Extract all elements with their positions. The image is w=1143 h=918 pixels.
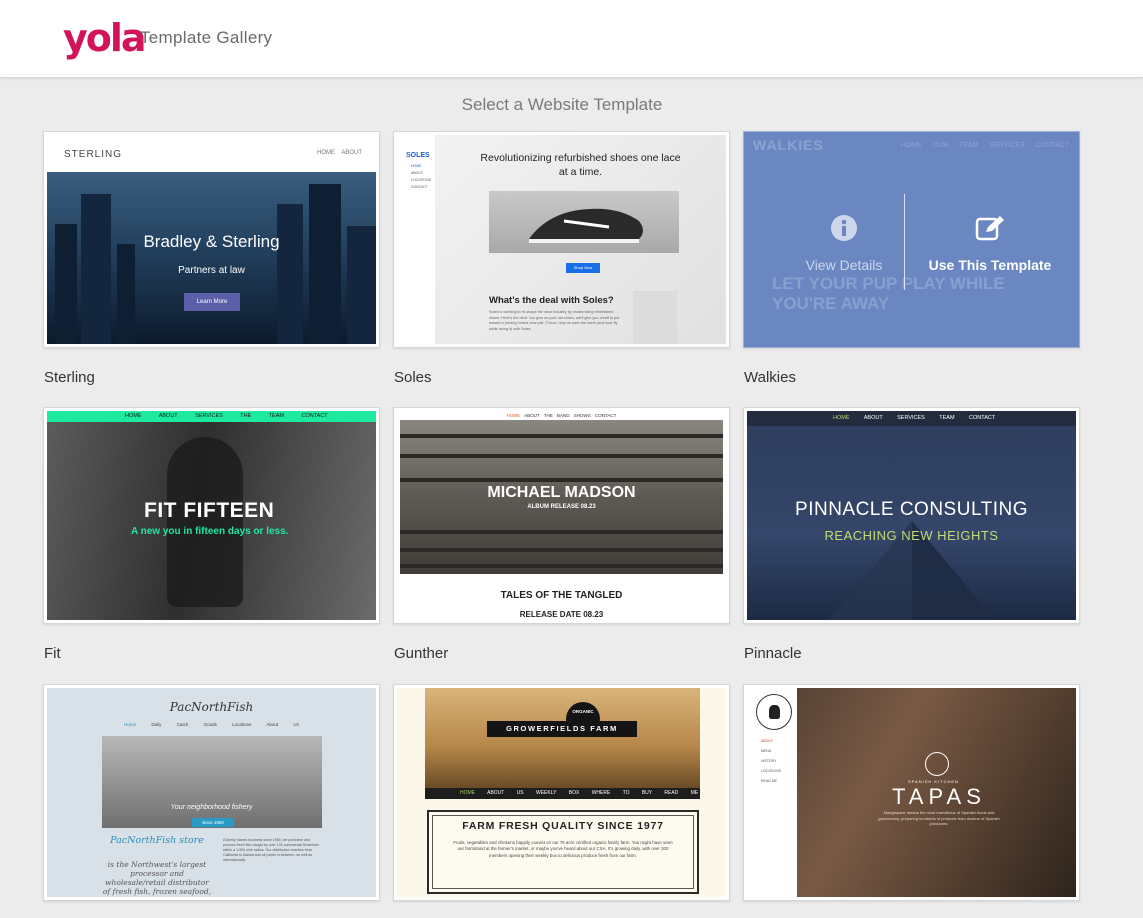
gallery-heading: Select a Website Template: [461, 95, 663, 114]
preview-hero-image: Bradley & Sterling Partners at law Learn…: [47, 172, 376, 344]
template-label-walkies[interactable]: Walkies: [744, 369, 796, 386]
template-card-tapas[interactable]: ABOUT MENU HISTORY LOCATIONS READ ME SPA…: [743, 684, 1080, 901]
yola-logo[interactable]: yola: [63, 16, 147, 60]
template-card-fit[interactable]: HOME ABOUT SERVICES THE TEAM CONTACT FIT…: [43, 407, 380, 624]
edit-icon: [910, 214, 1070, 247]
template-card-gunther[interactable]: HOME ABOUT THE BAND SHOWS CONTACT MICHAE…: [393, 407, 730, 624]
shoe-thumb-image: [633, 291, 677, 344]
preview-subtitle: Partners at law: [178, 265, 245, 276]
preview-body: Fruits, vegetables and chickens happily …: [453, 840, 673, 858]
preview-info-box: FARM FRESH QUALITY SINCE 1977 Fruits, ve…: [427, 810, 699, 894]
template-preview-walkies: WALKIES HOME OUR TEAM SERVICES CONTACT L…: [744, 132, 1079, 347]
template-card-walkies[interactable]: WALKIES HOME OUR TEAM SERVICES CONTACT L…: [743, 131, 1080, 348]
preview-title: FIT FIFTEEN: [144, 499, 275, 522]
use-template-label: Use This Template: [928, 257, 1052, 273]
preview-title: Bradley & Sterling: [143, 232, 280, 251]
preview-desc: is the Northwest's largest processor and…: [102, 860, 212, 897]
template-card-pacnorthfish[interactable]: PacNorthFish Home Daily Catch Goods Loca…: [43, 684, 380, 901]
preview-title: MICHAEL MADSON: [487, 484, 636, 501]
template-card-growerfields[interactable]: ORGANIC GROWERFIELDS FARM HOME ABOUT US …: [393, 684, 730, 901]
preview-brand: SOLES: [406, 152, 430, 159]
shoe-image: [489, 191, 679, 253]
preview-nav: ABOUT MENU HISTORY LOCATIONS READ ME: [761, 739, 781, 783]
preview-brand: PacNorthFish: [169, 700, 254, 714]
preview-nav: HOME ABOUT US WEEKLY BOX WHERE TO BUY RE…: [425, 788, 700, 799]
preview-hero-image: ORGANIC GROWERFIELDS FARM: [425, 688, 700, 788]
view-details-button[interactable]: View Details: [784, 214, 904, 275]
preview-nav: HOME ABOUT SERVICES THE TEAM CONTACT: [47, 411, 376, 422]
header-title: Template Gallery: [140, 28, 273, 47]
template-card-pinnacle[interactable]: HOME ABOUT SERVICES TEAM CONTACT PINNACL…: [743, 407, 1080, 624]
preview-nav: HOME ABOUT: [316, 150, 362, 156]
preview-button: Learn More: [184, 293, 240, 311]
tapas-seal-logo: [756, 694, 792, 730]
preview-question: What's the deal with Soles?: [489, 295, 614, 306]
use-template-button[interactable]: Use This Template: [910, 214, 1070, 275]
template-preview-growerfields: ORGANIC GROWERFIELDS FARM HOME ABOUT US …: [397, 688, 726, 897]
template-card-soles[interactable]: SOLES HOME ABOUT LOCATIONS CONTACT Revol…: [393, 131, 730, 348]
template-label-sterling[interactable]: Sterling: [44, 369, 95, 386]
preview-tagline: LET YOUR PUP PLAY WHILE YOU'RE AWAY: [772, 274, 1005, 313]
preview-release: ALBUM RELEASE 08.23: [527, 504, 596, 510]
preview-section-date: RELEASE DATE 08.23: [519, 610, 604, 619]
template-label-gunther[interactable]: Gunther: [394, 645, 448, 662]
preview-desc: Mangiapane means the most marvellous of …: [878, 810, 1000, 826]
template-label-fit[interactable]: Fit: [44, 645, 61, 662]
preview-title: TAPAS: [892, 784, 986, 809]
template-preview-pacnorthfish: PacNorthFish Home Daily Catch Goods Loca…: [47, 688, 376, 897]
preview-nav: Home Daily Catch Goods Locations About U…: [124, 722, 299, 727]
template-label-pinnacle[interactable]: Pinnacle: [744, 645, 802, 662]
preview-brand: STERLING: [64, 149, 123, 160]
preview-brand: GROWERFIELDS FARM: [487, 721, 637, 737]
preview-section-title: TALES OF THE TANGLED: [500, 590, 623, 601]
template-preview-soles: SOLES HOME ABOUT LOCATIONS CONTACT Revol…: [397, 135, 726, 344]
preview-title: PINNACLE CONSULTING: [795, 499, 1028, 520]
preview-subtitle: A new you in fifteen days or less.: [131, 526, 289, 537]
preview-caption: Your neighborhood fishery: [170, 804, 253, 811]
preview-nav: HOME ABOUT THE BAND SHOWS CONTACT: [506, 413, 617, 418]
preview-brand: WALKIES: [753, 137, 824, 153]
preview-nav: HOME ABOUT LOCATIONS CONTACT: [411, 164, 431, 189]
preview-body: Soles is working to re-shape the shoe in…: [489, 310, 620, 331]
top-bar: yola Template Gallery: [0, 0, 1143, 78]
preview-button: Shop Now: [566, 263, 600, 273]
preview-hero-image: [102, 736, 322, 828]
template-preview-fit: HOME ABOUT SERVICES THE TEAM CONTACT FIT…: [47, 411, 376, 620]
preview-subtitle: REACHING NEW HEIGHTS: [824, 528, 999, 543]
info-icon: [784, 214, 904, 247]
preview-nav: HOME OUR TEAM SERVICES CONTACT: [900, 142, 1069, 149]
preview-nav: HOME ABOUT SERVICES TEAM CONTACT: [747, 411, 1076, 426]
preview-name: PacNorthFish store: [110, 835, 204, 846]
template-preview-gunther: HOME ABOUT THE BAND SHOWS CONTACT MICHAE…: [397, 411, 726, 620]
template-preview-pinnacle: HOME ABOUT SERVICES TEAM CONTACT PINNACL…: [747, 411, 1076, 620]
view-details-label: View Details: [805, 257, 883, 273]
preview-headline: Revolutionizing refurbished shoes one la…: [480, 152, 681, 178]
preview-pill: since 1950: [192, 818, 234, 827]
template-card-sterling[interactable]: STERLING HOME ABOUT Bradley & Sterling P…: [43, 131, 380, 348]
overlay-divider: [904, 194, 905, 290]
preview-headline: FARM FRESH QUALITY SINCE 1977: [462, 820, 664, 832]
preview-body: A family owned business since 1950, we p…: [223, 838, 319, 862]
tapas-emblem-icon: [925, 752, 949, 776]
template-label-soles[interactable]: Soles: [394, 369, 432, 386]
template-preview-sterling: STERLING HOME ABOUT Bradley & Sterling P…: [47, 135, 376, 344]
template-preview-tapas: ABOUT MENU HISTORY LOCATIONS READ ME SPA…: [747, 688, 1076, 897]
